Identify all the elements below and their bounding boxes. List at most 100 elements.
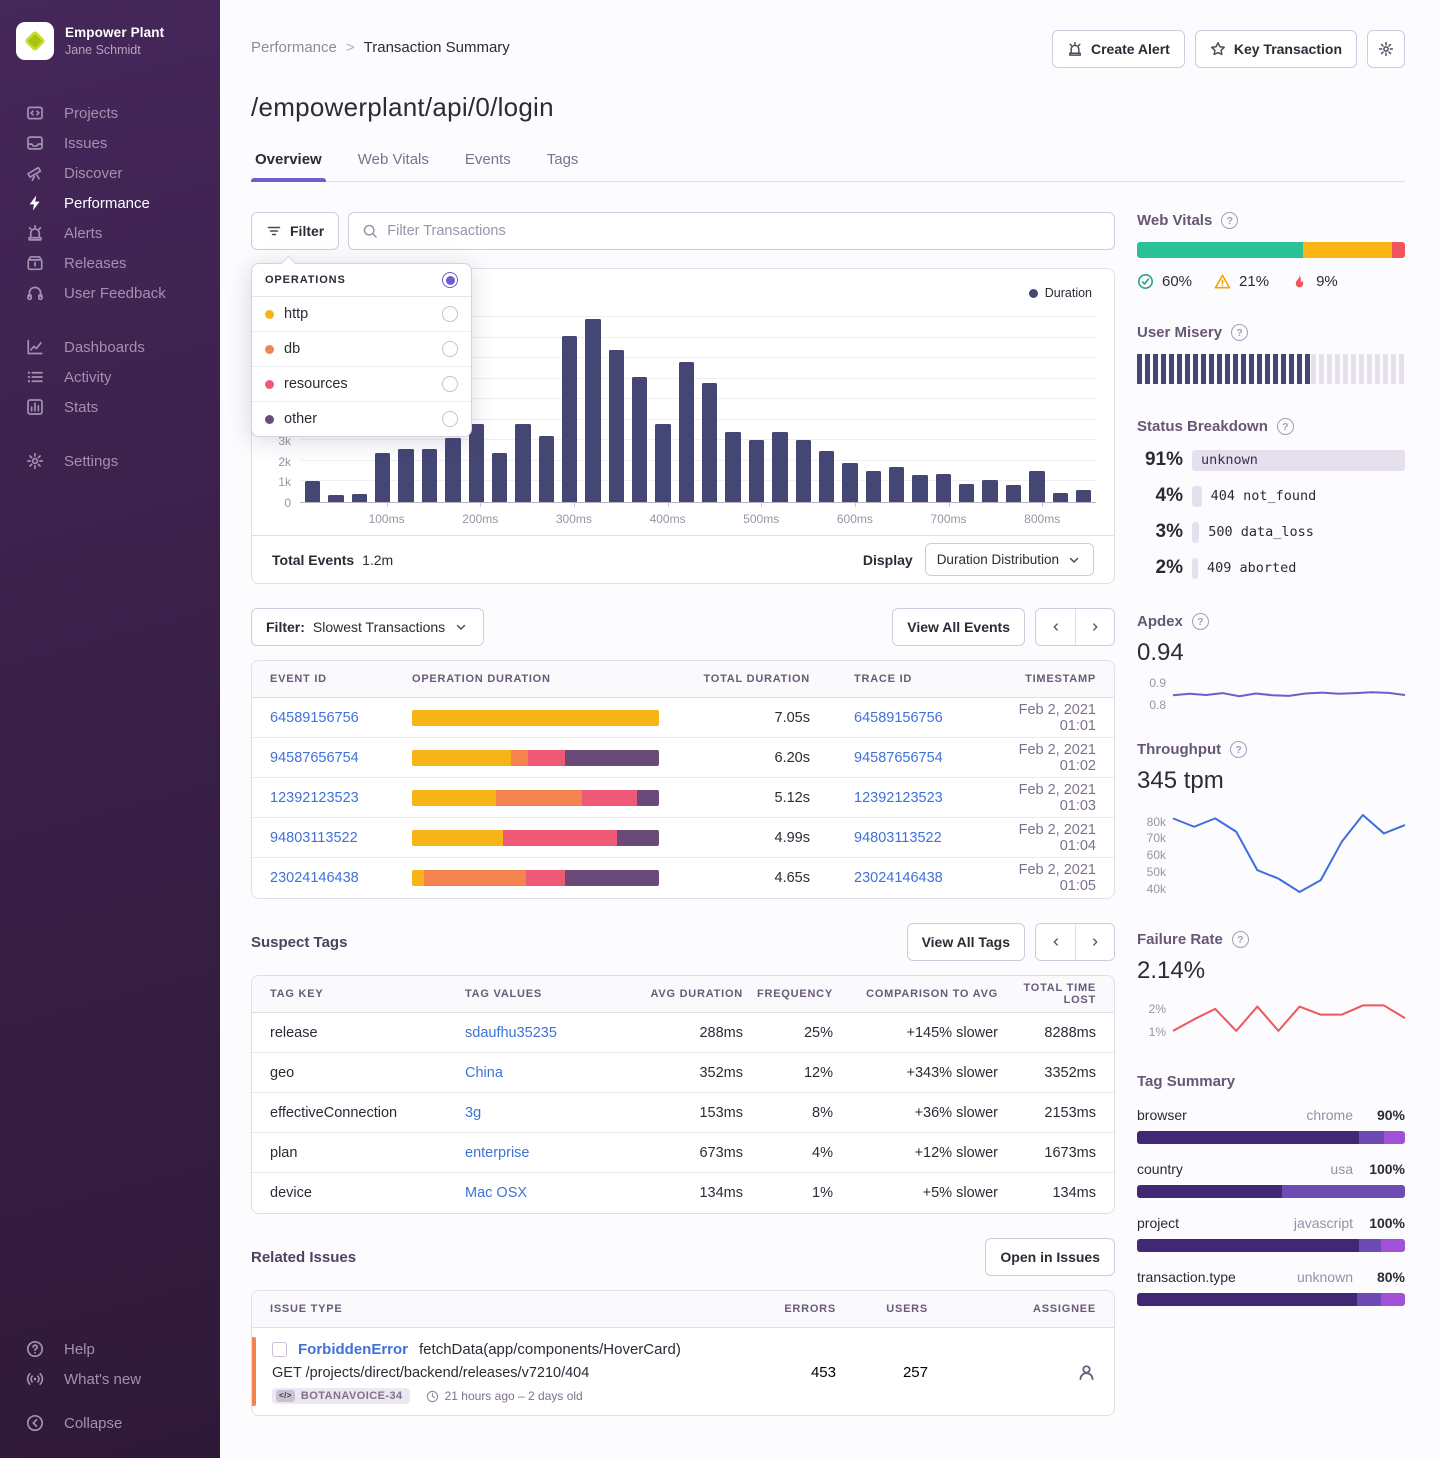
right-sidebar: Web Vitals ? 60%21%9% User Misery ? St [1137, 212, 1405, 1416]
tab-events[interactable]: Events [463, 151, 513, 181]
operation-option-radio[interactable] [442, 376, 458, 392]
sidebar-item-releases[interactable]: Releases [14, 248, 206, 278]
trace-id-link[interactable]: 94587656754 [854, 750, 943, 766]
tags-next-page-button[interactable] [1075, 924, 1114, 960]
histogram-bar [1029, 471, 1044, 502]
event-id-link[interactable]: 94587656754 [270, 750, 359, 766]
op-segment-db [496, 790, 582, 806]
sidebar-item-collapse[interactable]: Collapse [14, 1408, 206, 1438]
tag-key: effectiveConnection [270, 1105, 465, 1121]
event-timestamp: Feb 2, 2021 01:03 [996, 782, 1096, 814]
operation-option-http[interactable]: http [252, 297, 471, 332]
histogram-bar [539, 436, 554, 502]
issue-checkbox[interactable] [272, 1342, 287, 1357]
open-in-issues-button[interactable]: Open in Issues [985, 1238, 1115, 1276]
operation-option-db[interactable]: db [252, 332, 471, 367]
filter-bar: Filter OPERATIONS httpdbresourcesother [251, 212, 1115, 250]
column-header: TIMESTAMP [996, 673, 1096, 685]
sidebar-item-stats[interactable]: Stats [14, 392, 206, 422]
event-id-link[interactable]: 23024146438 [270, 870, 359, 886]
operations-selected-radio[interactable] [442, 272, 458, 288]
filter-icon [266, 223, 282, 239]
sidebar-item-projects[interactable]: Projects [14, 98, 206, 128]
tags-prev-page-button[interactable] [1036, 924, 1075, 960]
events-filter-select[interactable]: Filter: Slowest Transactions [251, 608, 484, 646]
help-circle-icon[interactable]: ? [1231, 324, 1248, 341]
help-circle-icon[interactable]: ? [1221, 212, 1238, 229]
event-id-link[interactable]: 94803113522 [270, 830, 358, 846]
create-alert-button[interactable]: Create Alert [1052, 30, 1185, 68]
help-circle-icon[interactable]: ? [1232, 931, 1249, 948]
sidebar-item-what-s-new[interactable]: What's new [14, 1364, 206, 1394]
sidebar-item-user-feedback[interactable]: User Feedback [14, 278, 206, 308]
tab-web-vitals[interactable]: Web Vitals [356, 151, 431, 181]
column-header: USERS [836, 1303, 928, 1315]
event-id-link[interactable]: 64589156756 [270, 710, 359, 726]
view-all-events-button[interactable]: View All Events [892, 608, 1025, 646]
x-axis-tick [668, 503, 669, 507]
event-id-link[interactable]: 12392123523 [270, 790, 359, 806]
total-events: Total Events 1.2m [272, 552, 397, 568]
help-circle-icon[interactable]: ? [1192, 613, 1209, 630]
operation-option-radio[interactable] [442, 341, 458, 357]
sidebar-item-alerts[interactable]: Alerts [14, 218, 206, 248]
events-next-page-button[interactable] [1075, 609, 1114, 645]
sidebar-item-label: Settings [64, 453, 118, 470]
trace-id-link[interactable]: 64589156756 [854, 710, 943, 726]
trace-id-link[interactable]: 23024146438 [854, 870, 943, 886]
y-axis-tick-label: 60k [1147, 848, 1166, 862]
comparison-to-avg: +12% slower [833, 1145, 998, 1161]
help-circle-icon[interactable]: ? [1277, 418, 1294, 435]
operation-option-resources[interactable]: resources [252, 367, 471, 402]
events-toolbar: Filter: Slowest Transactions View All Ev… [251, 608, 1115, 646]
sidebar-item-performance[interactable]: Performance [14, 188, 206, 218]
tag-value-link[interactable]: China [465, 1065, 503, 1081]
trace-id-link[interactable]: 94803113522 [854, 830, 942, 846]
web-vitals-segment [1392, 242, 1405, 258]
tab-tags[interactable]: Tags [545, 151, 581, 181]
chart-y-axis: 80k70k60k50k40k [1137, 805, 1173, 897]
operation-option-other[interactable]: other [252, 402, 471, 436]
apdex-sparkline: 0.90.8 [1137, 677, 1405, 707]
search-icon [362, 223, 378, 239]
issue-line1: ForbiddenError fetchData(app/components/… [272, 1341, 736, 1358]
comparison-to-avg: +36% slower [833, 1105, 998, 1121]
events-filter-value: Slowest Transactions [313, 619, 445, 635]
sidebar-item-dashboards[interactable]: Dashboards [14, 332, 206, 362]
user-misery-fill [1137, 354, 1311, 384]
operation-option-radio[interactable] [442, 306, 458, 322]
trace-id-link[interactable]: 12392123523 [854, 790, 943, 806]
operation-option-radio[interactable] [442, 411, 458, 427]
tab-overview[interactable]: Overview [253, 151, 324, 181]
sidebar-item-settings[interactable]: Settings [14, 446, 206, 476]
sidebar-item-activity[interactable]: Activity [14, 362, 206, 392]
filter-button[interactable]: Filter [251, 212, 339, 250]
project-badge[interactable]: </> BOTANAVOICE-34 [272, 1388, 410, 1404]
sidebar-item-help[interactable]: Help [14, 1334, 206, 1364]
sidebar-item-discover[interactable]: Discover [14, 158, 206, 188]
settings-gear-button[interactable] [1367, 30, 1405, 68]
sidebar-item-issues[interactable]: Issues [14, 128, 206, 158]
tag-value-link[interactable]: enterprise [465, 1145, 529, 1161]
x-axis-tick [574, 503, 575, 507]
operations-dropdown-header[interactable]: OPERATIONS [252, 264, 471, 297]
operation-duration-bar [412, 710, 659, 726]
assignee-button[interactable] [928, 1363, 1096, 1382]
tag-value-link[interactable]: Mac OSX [465, 1185, 527, 1201]
issue-type-link[interactable]: ForbiddenError [298, 1341, 408, 1358]
status-breakdown-row: 3%500 data_loss [1137, 521, 1405, 543]
help-circle-icon[interactable]: ? [1230, 741, 1247, 758]
x-axis-tick [761, 503, 762, 507]
tag-value-link[interactable]: sdaufhu35235 [465, 1025, 557, 1041]
display-select[interactable]: Duration Distribution [925, 543, 1094, 576]
y-axis-tick-label: 2% [1149, 1002, 1166, 1016]
breadcrumb-parent[interactable]: Performance [251, 39, 337, 56]
events-prev-page-button[interactable] [1036, 609, 1075, 645]
org-switcher[interactable]: Empower Plant Jane Schmidt [0, 16, 220, 66]
view-all-tags-button[interactable]: View All Tags [907, 923, 1025, 961]
tag-value-link[interactable]: 3g [465, 1105, 481, 1121]
key-transaction-button[interactable]: Key Transaction [1195, 30, 1357, 68]
search-input[interactable] [387, 223, 1101, 239]
histogram-bar [889, 467, 904, 502]
web-vitals-stat: 21% [1214, 273, 1269, 290]
